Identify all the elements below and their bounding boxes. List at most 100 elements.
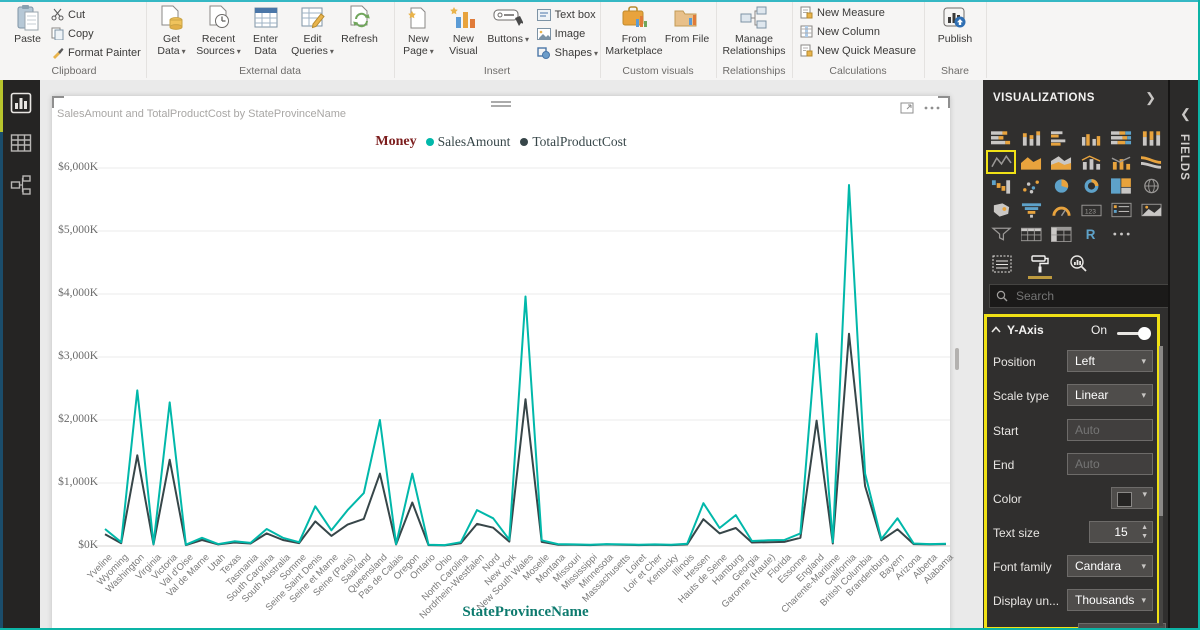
group-label-external-data: External data xyxy=(146,65,394,77)
text-box-button[interactable]: Text box xyxy=(537,5,598,24)
search-input[interactable] xyxy=(1014,288,1138,304)
viz-icon-clustered-column-chart[interactable] xyxy=(1076,126,1106,150)
buttons-button[interactable]: Buttons xyxy=(486,2,531,60)
property-row-font-family: Font family Candara xyxy=(993,555,1153,579)
viz-icon-stacked-bar-chart[interactable] xyxy=(986,126,1016,150)
tab-fields[interactable] xyxy=(989,252,1015,276)
paste-label: Paste xyxy=(14,33,41,45)
from-marketplace-label: From Marketplace xyxy=(605,33,663,57)
view-navigation-sidebar xyxy=(0,80,40,630)
viz-icon-line-clustered-column-chart[interactable] xyxy=(1076,150,1106,174)
viz-icon-table[interactable] xyxy=(1016,222,1046,246)
property-row-start: Start xyxy=(993,419,1153,443)
viz-icon-funnel[interactable] xyxy=(1016,198,1046,222)
viz-icon-clustered-bar-chart[interactable] xyxy=(1046,126,1076,150)
paste-button[interactable]: Paste xyxy=(4,2,51,60)
viz-icon-pie-chart[interactable] xyxy=(1046,174,1076,198)
stepper-arrows-icon[interactable]: ▲▼ xyxy=(1141,523,1148,541)
buttons-icon xyxy=(493,3,523,33)
from-file-button[interactable]: From File xyxy=(663,2,711,60)
property-row-position: Position Left xyxy=(993,350,1153,374)
viz-icon-filled-map[interactable] xyxy=(986,198,1016,222)
new-page-icon xyxy=(405,3,431,33)
refresh-button[interactable]: Refresh xyxy=(336,2,383,60)
image-button[interactable]: Image xyxy=(537,24,598,43)
cut-button[interactable]: Cut xyxy=(51,5,141,24)
viz-icon-map[interactable] xyxy=(1136,174,1166,198)
group-label-clipboard: Clipboard xyxy=(2,65,146,77)
viz-icon-donut-chart[interactable] xyxy=(1076,174,1106,198)
viz-icon-stacked-area-chart[interactable] xyxy=(1046,150,1076,174)
new-page-button[interactable]: New Page xyxy=(396,2,441,60)
publish-button[interactable]: Publish xyxy=(932,2,979,60)
yaxis-section-header[interactable]: Y-Axis On xyxy=(991,320,1151,344)
property-row-end: End xyxy=(993,453,1153,477)
data-view-button[interactable] xyxy=(8,130,34,156)
viz-icon-ellipsis[interactable] xyxy=(1106,222,1136,246)
frame-edge-top xyxy=(0,0,1200,2)
viz-icon-slicer[interactable] xyxy=(986,222,1016,246)
text-size-stepper[interactable]: 15▲▼ xyxy=(1089,521,1153,543)
new-quick-measure-button[interactable]: New Quick Measure xyxy=(800,41,924,60)
position-label: Position xyxy=(993,350,1036,374)
viz-icon-card[interactable]: 123 xyxy=(1076,198,1106,222)
viz-icon-area-chart[interactable] xyxy=(1016,150,1046,174)
position-dropdown[interactable]: Left xyxy=(1067,350,1153,372)
expand-fields-icon[interactable]: ❮ xyxy=(1180,106,1191,122)
viz-icon-kpi[interactable] xyxy=(1136,198,1166,222)
visualizations-pane: VISUALIZATIONS ❯ 123R Y-Axis On xyxy=(983,80,1168,630)
model-view-button[interactable] xyxy=(8,172,34,198)
get-data-icon xyxy=(159,3,185,33)
viz-icon-gauge[interactable] xyxy=(1046,198,1076,222)
viz-icon-line-chart[interactable] xyxy=(986,150,1016,174)
viz-icon-scatter-chart[interactable] xyxy=(1016,174,1046,198)
viz-icon-ribbon-chart[interactable] xyxy=(1136,150,1166,174)
viz-icon-treemap[interactable] xyxy=(1106,174,1136,198)
scale-type-dropdown[interactable]: Linear xyxy=(1067,384,1153,406)
report-view-button[interactable] xyxy=(8,90,34,116)
manage-relationships-button[interactable]: Manage Relationships xyxy=(719,2,789,60)
shapes-button[interactable]: Shapes xyxy=(537,43,598,62)
get-data-button[interactable]: Get Data xyxy=(148,2,195,60)
format-search-box[interactable] xyxy=(989,284,1169,308)
line-chart-visual[interactable]: SalesAmount and TotalProductCost by Stat… xyxy=(52,96,950,630)
viz-icon-line-stacked-column-chart[interactable] xyxy=(1106,150,1136,174)
new-measure-button[interactable]: New Measure xyxy=(800,3,924,22)
recent-sources-button[interactable]: Recent Sources xyxy=(195,2,242,60)
viz-icon-matrix[interactable] xyxy=(1046,222,1076,246)
new-quick-measure-icon xyxy=(800,44,813,57)
refresh-label: Refresh xyxy=(341,33,378,45)
report-canvas[interactable]: SalesAmount and TotalProductCost by Stat… xyxy=(40,80,983,630)
new-column-button[interactable]: New Column xyxy=(800,22,924,41)
edit-queries-button[interactable]: Edit Queries xyxy=(289,2,336,60)
tab-analytics[interactable] xyxy=(1065,252,1091,276)
viz-icon-multi-row-card[interactable] xyxy=(1106,198,1136,222)
from-marketplace-button[interactable]: From Marketplace xyxy=(605,2,663,60)
viz-icon-stacked-column-chart[interactable] xyxy=(1016,126,1046,150)
display-units-dropdown[interactable]: Thousands xyxy=(1067,589,1153,611)
copy-label: Copy xyxy=(68,28,94,40)
tab-format[interactable] xyxy=(1027,252,1053,276)
end-input[interactable] xyxy=(1067,453,1153,475)
model-view-icon xyxy=(10,174,32,196)
pane-scrollbar[interactable] xyxy=(1159,346,1163,626)
font-family-label: Font family xyxy=(993,555,1052,579)
viz-icon-waterfall-chart[interactable] xyxy=(986,174,1016,198)
format-painter-button[interactable]: Format Painter xyxy=(51,43,141,62)
expand-pane-icon[interactable]: ❯ xyxy=(1145,90,1156,106)
y-axis-tick-label: $5,000K xyxy=(52,224,98,236)
viz-icon-100-stacked-bar-chart[interactable] xyxy=(1106,126,1136,150)
enter-data-icon xyxy=(253,3,279,33)
viz-icon-r-script[interactable]: R xyxy=(1076,222,1106,246)
start-input[interactable] xyxy=(1067,419,1153,441)
publish-label: Publish xyxy=(938,33,972,45)
new-visual-button[interactable]: New Visual xyxy=(441,2,486,60)
font-family-dropdown[interactable]: Candara xyxy=(1067,555,1153,577)
enter-data-button[interactable]: Enter Data xyxy=(242,2,289,60)
edit-queries-label: Edit Queries xyxy=(289,33,336,57)
yaxis-toggle[interactable] xyxy=(1117,327,1151,340)
copy-button[interactable]: Copy xyxy=(51,24,141,43)
color-picker-dropdown[interactable] xyxy=(1111,487,1153,509)
canvas-scrollbar-thumb[interactable] xyxy=(955,348,959,370)
viz-icon-100-stacked-column-chart[interactable] xyxy=(1136,126,1166,150)
